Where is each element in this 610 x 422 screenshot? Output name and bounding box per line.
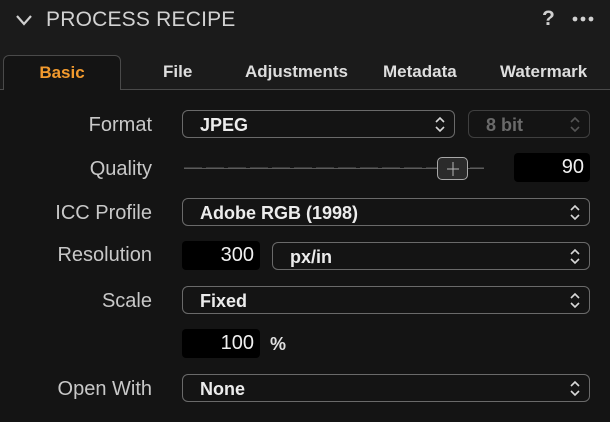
- updown-arrows-icon: [570, 380, 580, 397]
- tab-metadata[interactable]: Metadata: [383, 62, 457, 82]
- scale-label: Scale: [101, 290, 152, 312]
- resolution-unit-select[interactable]: px/in: [272, 242, 590, 270]
- quality-label: Quality: [89, 158, 152, 180]
- open-with-label: Open With: [57, 378, 152, 400]
- tab-file[interactable]: File: [163, 62, 192, 82]
- updown-arrows-icon: [435, 116, 445, 133]
- format-select[interactable]: JPEG: [182, 110, 455, 138]
- bit-depth-select: 8 bit: [468, 110, 590, 138]
- resolution-field[interactable]: 300: [182, 241, 260, 270]
- tab-adjustments[interactable]: Adjustments: [245, 62, 348, 82]
- bit-depth-value: 8 bit: [486, 115, 524, 135]
- quality-slider-thumb[interactable]: [437, 157, 468, 180]
- updown-arrows-icon: [570, 204, 580, 221]
- tab-bar: Basic File Adjustments Metadata Watermar…: [0, 40, 610, 90]
- quality-field[interactable]: 90: [514, 153, 590, 182]
- crosshair-icon: [447, 162, 459, 176]
- more-horizontal-icon[interactable]: [572, 16, 594, 22]
- scale-percent-field[interactable]: 100: [182, 329, 260, 358]
- open-with-select[interactable]: None: [182, 374, 590, 402]
- updown-arrows-icon: [570, 292, 580, 309]
- tab-basic[interactable]: Basic: [3, 55, 121, 90]
- format-value: JPEG: [200, 115, 249, 135]
- scale-value: Fixed: [200, 291, 248, 311]
- resolution-unit-value: px/in: [290, 247, 333, 267]
- tab-watermark[interactable]: Watermark: [500, 62, 587, 82]
- icc-profile-select[interactable]: Adobe RGB (1998): [182, 198, 590, 226]
- panel-header: PROCESS RECIPE ?: [0, 0, 610, 40]
- format-label: Format: [88, 114, 152, 136]
- chevron-down-icon[interactable]: [14, 10, 34, 30]
- panel-title: PROCESS RECIPE: [46, 8, 236, 31]
- scale-select[interactable]: Fixed: [182, 286, 590, 314]
- percent-unit-label: %: [270, 334, 287, 354]
- resolution-label: Resolution: [57, 244, 152, 266]
- tab-divider: [120, 89, 610, 90]
- open-with-value: None: [200, 379, 245, 399]
- help-icon[interactable]: ?: [542, 6, 555, 32]
- updown-arrows-icon: [570, 248, 580, 265]
- updown-arrows-icon: [570, 116, 580, 133]
- icc-profile-value: Adobe RGB (1998): [200, 203, 359, 223]
- icc-profile-label: ICC Profile: [55, 202, 152, 224]
